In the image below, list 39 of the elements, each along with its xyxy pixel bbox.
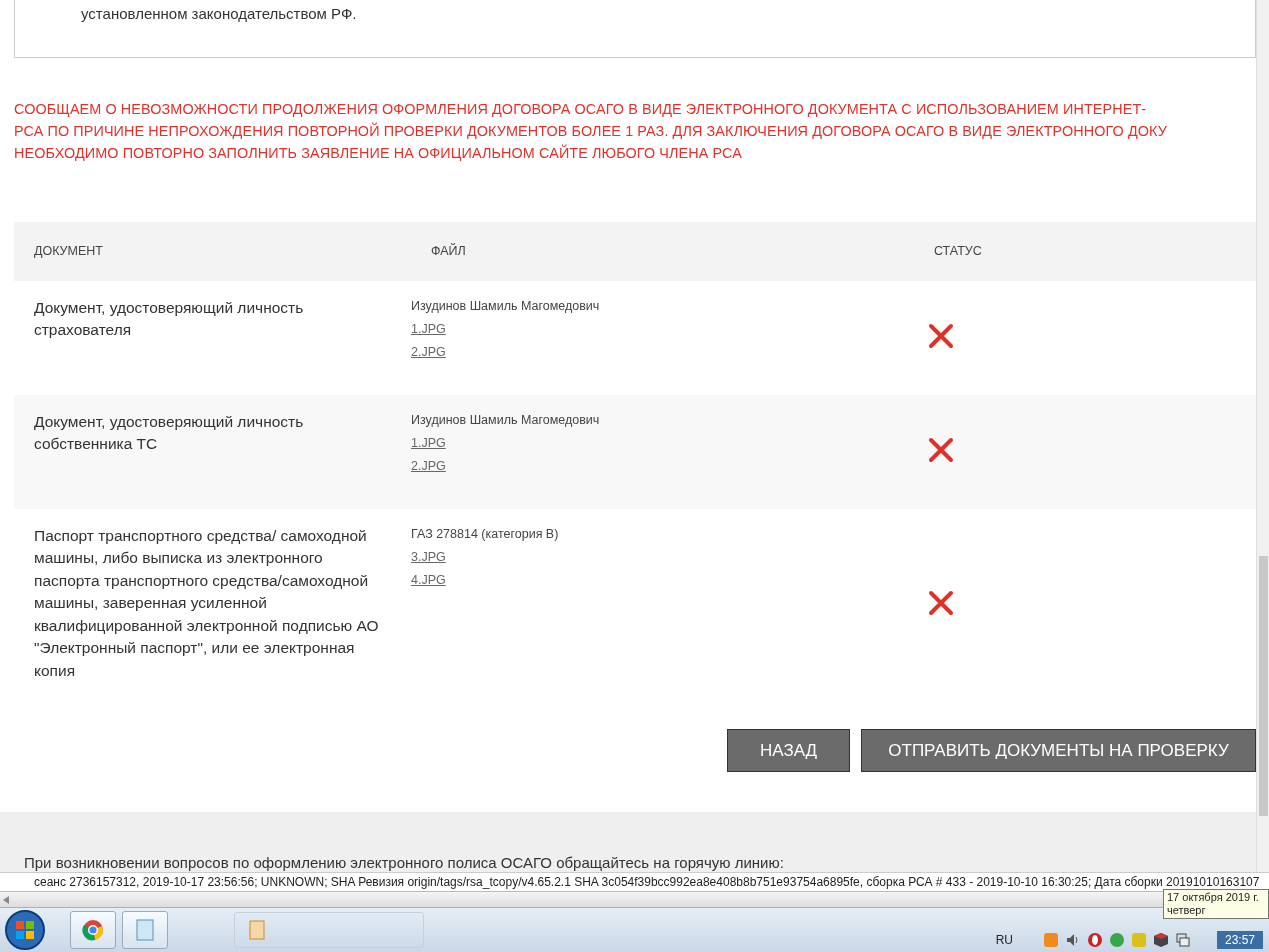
hotline-text: При возникновении вопросов по оформлению электронного полиса ОСАГО обращайтесь на горячую линию:: [24, 854, 784, 871]
action-button[interactable]: НАЗАД: [727, 729, 850, 772]
owner-name: Изудинов Шамиль Магомедович: [411, 297, 601, 315]
start-button[interactable]: [4, 909, 46, 951]
column-header: СТАТУС: [933, 244, 983, 258]
app-tray-icon[interactable]: [1042, 932, 1059, 948]
file-link[interactable]: 3.JPG: [411, 547, 446, 566]
speaker-icon[interactable]: [1064, 932, 1081, 948]
cube-icon[interactable]: [1152, 932, 1169, 948]
tooltip-date: 17 октября 2019 г.: [1167, 891, 1260, 904]
error-message: СООБЩАЕМ О НЕВОЗМОЖНОСТИ ПРОДОЛЖЕНИЯ ОФОРМЛЕНИЯ ДОГОВОРА ОСАГО В ВИДЕ ЭЛЕКТРОННОГО ДОКУМЕНТА С ИСПОЛЬЗОВАНИЕМ ИНТЕРНЕТ- РСА ПО ПРИЧИНЕ НЕПРОХОЖДЕНИЯ ПОВТОРНОЙ ПРОВЕРКИ ДОКУМЕНТОВ БОЛЕЕ 1 РАЗ. ДЛЯ ЗАКЛЮЧЕНИЯ ДОГОВОРА ОСАГО В ВИДЕ ЭЛЕКТРОННОГО ДОКУ НЕОБХОДИМО ПОВТОРНО ЗАПОЛНИТЬ ЗАЯВЛЕНИЕ НА ОФИЦИАЛЬНОМ САЙТЕ ЛЮБОГО ЧЛЕНА РСА: [14, 99, 1168, 163]
document-name: Паспорт транспортного средства/ самоходной машины, либо выписка из электронного паспорта транспортного средства/самоходной машины, заверенная усиленной квалифицированной электронной подписью АО "Электронный паспорт", или ее электронная копия: [34, 525, 380, 681]
vertical-scrollbar[interactable]: [1256, 0, 1269, 872]
document-name: Документ, удостоверяющий личность страхователя: [34, 297, 305, 340]
file-link[interactable]: 2.JPG: [411, 342, 446, 361]
file-link[interactable]: 4.JPG: [411, 570, 446, 589]
notepad-icon: [136, 919, 154, 941]
owner-name: Изудинов Шамиль Магомедович: [411, 411, 601, 429]
file-link[interactable]: 1.JPG: [411, 433, 446, 452]
network-icon[interactable]: [1174, 932, 1191, 948]
browser-icon: [82, 919, 104, 941]
column-header: ФАЙЛ: [431, 244, 467, 258]
build-info-text: сеанс 2736157312, 2019-10-17 23:56:56; UNKNOWN; SHA Ревизия origin/tags/rsa_tcopy/v4.65.2.1 SHA 3c054f39bcc992ea8e408b8b751e93754a6895fe, сборка РСА # 433 - 2019-10-10 16:30:25; Дата сборки 20191010163107: [34, 875, 1260, 889]
tooltip-weekday: четверг: [1167, 904, 1207, 917]
taskbar-button[interactable]: [122, 911, 168, 949]
left-arrow-icon[interactable]: [3, 895, 9, 904]
document-name: Документ, удостоверяющий личность собственника ТС: [34, 411, 305, 454]
circle-tray-icon[interactable]: [1108, 932, 1125, 948]
clock[interactable]: 23:57: [1216, 931, 1263, 949]
document-icon: [249, 920, 265, 940]
file-link[interactable]: 2.JPG: [411, 456, 446, 475]
taskbar-button[interactable]: [70, 911, 116, 949]
opera-icon[interactable]: [1086, 932, 1103, 948]
owner-name: ГАЗ 278814 (категория В): [411, 525, 560, 543]
file-link[interactable]: 1.JPG: [411, 319, 446, 338]
column-header: ДОКУМЕНТ: [34, 244, 104, 258]
action-button[interactable]: ОТПРАВИТЬ ДОКУМЕНТЫ НА ПРОВЕРКУ: [861, 729, 1256, 772]
language-indicator[interactable]: RU: [995, 933, 1013, 947]
notice-text: установленном законодательством РФ.: [81, 4, 357, 24]
